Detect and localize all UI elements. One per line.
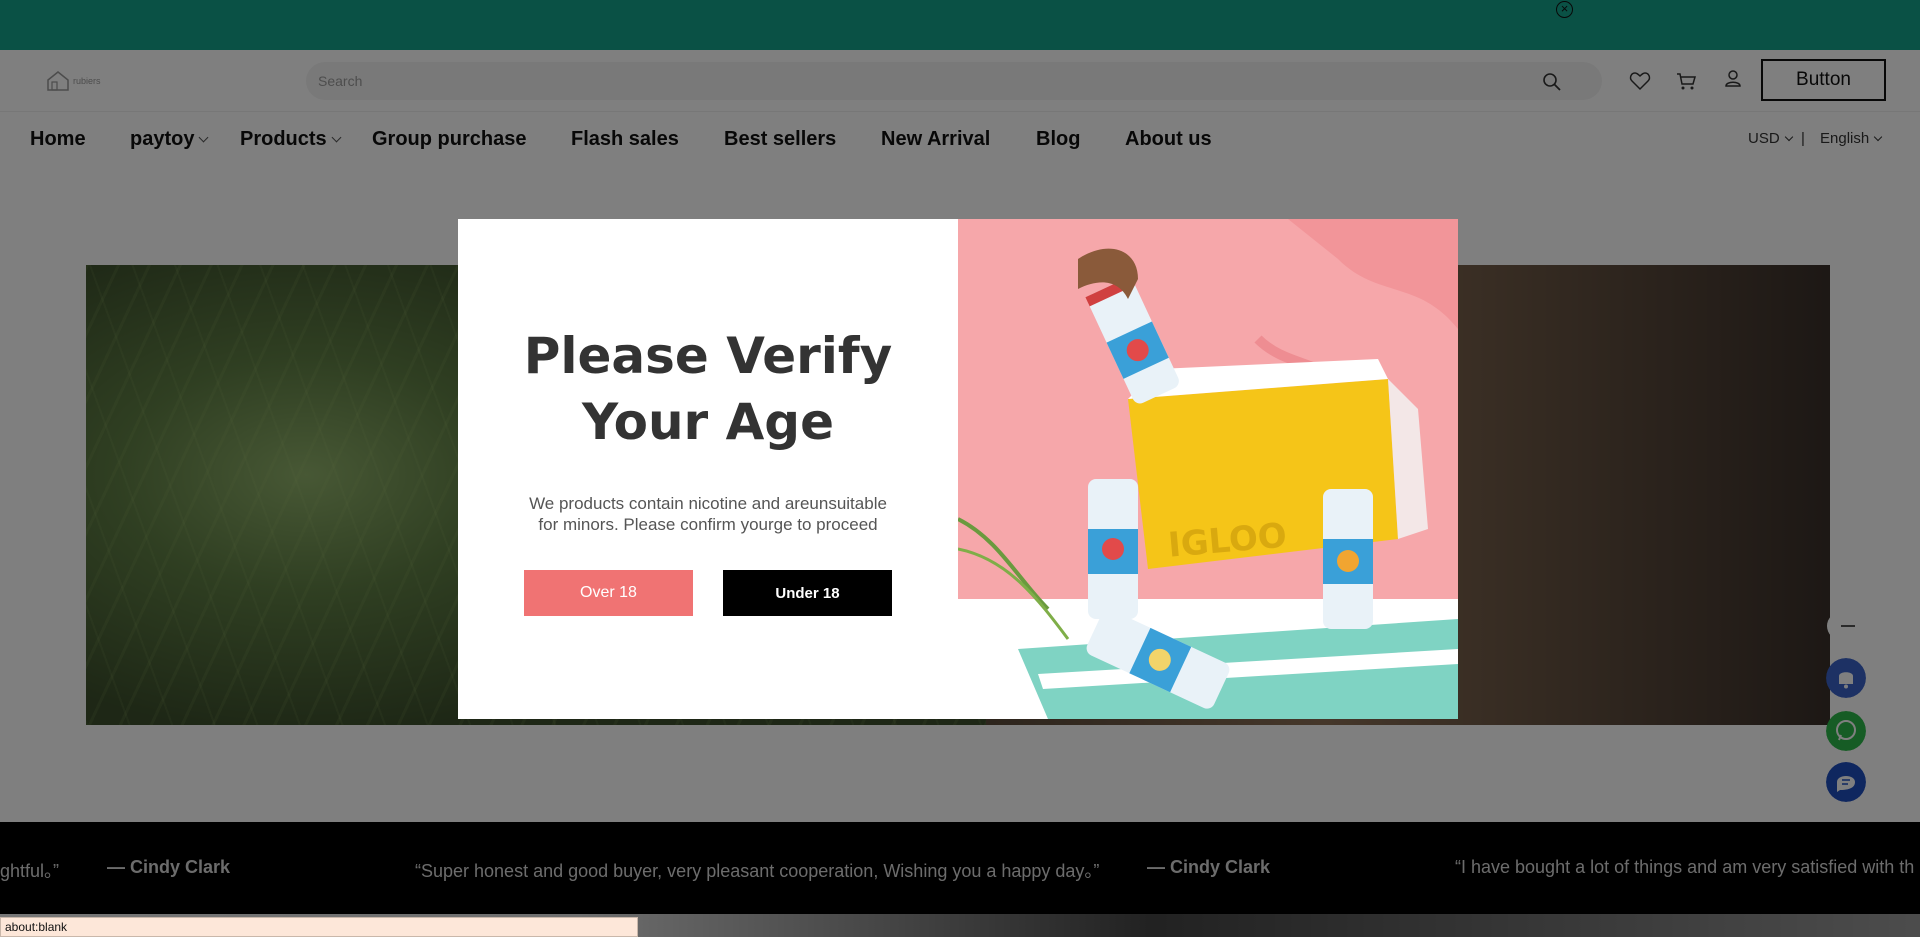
modal-description: We products contain nicotine and areunsu…: [529, 494, 887, 534]
modal-product-image: IGLOO: [958, 219, 1458, 719]
age-verification-modal: Please Verify Your Age We products conta…: [458, 219, 1458, 719]
modal-title-line2: Your Age: [581, 393, 835, 451]
modal-title-line1: Please Verify: [523, 327, 893, 385]
over-18-button[interactable]: Over 18: [524, 570, 693, 616]
modal-content: Please Verify Your Age We products conta…: [458, 219, 958, 719]
under-18-button[interactable]: Under 18: [723, 570, 892, 616]
cooler-drinks-illustration: IGLOO: [958, 219, 1458, 719]
browser-status-bar: about:blank: [0, 917, 638, 937]
modal-title: Please Verify Your Age: [498, 323, 918, 455]
